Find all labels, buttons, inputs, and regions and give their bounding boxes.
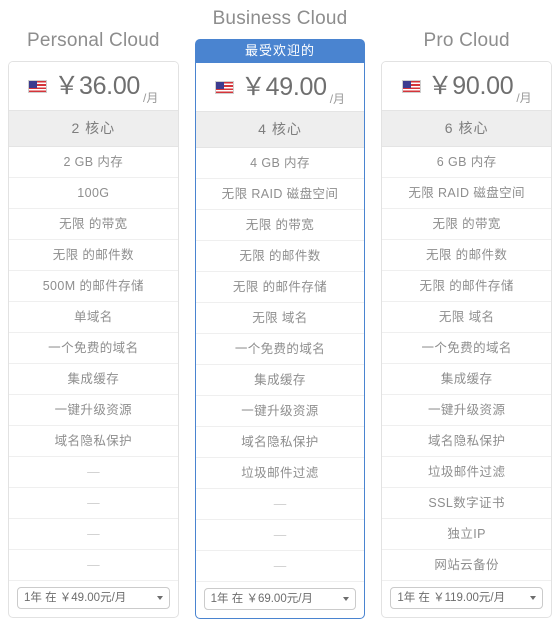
feature-item: 垃圾邮件过滤 bbox=[195, 458, 365, 489]
feature-item: 集成缓存 bbox=[195, 365, 365, 396]
feature-item: 无限 域名 bbox=[195, 303, 365, 334]
feature-item: 无限 的邮件数 bbox=[382, 240, 551, 271]
feature-item-empty: — bbox=[9, 488, 178, 519]
feature-list: 6 GB 内存 无限 RAID 磁盘空间 无限 的带宽 无限 的邮件数 无限 的邮件存储… bbox=[382, 147, 551, 581]
feature-item-empty: — bbox=[9, 457, 178, 488]
feature-item-empty: — bbox=[9, 550, 178, 581]
feature-item: 域名隐私保护 bbox=[382, 426, 551, 457]
feature-item: 无限 的带宽 bbox=[9, 209, 178, 240]
feature-item: 6 GB 内存 bbox=[382, 147, 551, 178]
cpu-cores-row: 6 核心 bbox=[382, 110, 551, 147]
feature-item: 无限 RAID 磁盘空间 bbox=[195, 179, 365, 210]
plan-column-2: Pro Cloud ￥90.00/月 6 核心 6 GB 内存 无限 RAID 磁盘空间… bbox=[373, 0, 560, 618]
chevron-down-icon bbox=[343, 597, 350, 601]
price-row: ￥90.00/月 bbox=[382, 62, 551, 110]
feature-list: 2 GB 内存 100G 无限 的带宽 无限 的邮件数 500M 的邮件存储 单域名 一个免… bbox=[9, 147, 178, 581]
feature-item: 无限 的邮件存储 bbox=[195, 272, 365, 303]
feature-item: 一键升级资源 bbox=[9, 395, 178, 426]
feature-item: 2 GB 内存 bbox=[9, 147, 178, 178]
feature-item: 一键升级资源 bbox=[382, 395, 551, 426]
feature-item: 单域名 bbox=[9, 302, 178, 333]
price-amount: ￥49.00 bbox=[240, 72, 327, 101]
feature-item-empty: — bbox=[195, 489, 365, 520]
chevron-down-icon bbox=[529, 596, 536, 600]
feature-item-empty: — bbox=[195, 551, 365, 582]
billing-term-value: 1年 在 ￥119.00元/月 bbox=[397, 592, 506, 604]
feature-item: 一个免费的域名 bbox=[9, 333, 178, 364]
term-select-row: 1年 在 ￥69.00元/月 bbox=[196, 582, 365, 618]
term-select-row: 1年 在 ￥49.00元/月 bbox=[9, 581, 178, 617]
price-row: ￥36.00/月 bbox=[9, 62, 178, 110]
plan-card: ￥36.00/月 2 核心 2 GB 内存 100G 无限 的带宽 无限 的邮件数 500M… bbox=[8, 61, 179, 618]
feature-item-empty: — bbox=[9, 519, 178, 550]
feature-item: 无限 域名 bbox=[382, 302, 551, 333]
feature-item: 一个免费的域名 bbox=[195, 334, 365, 365]
plan-title: Pro Cloud bbox=[423, 30, 510, 51]
us-flag-icon bbox=[28, 79, 48, 93]
billing-term-value: 1年 在 ￥49.00元/月 bbox=[24, 592, 127, 604]
plan-card: ￥90.00/月 6 核心 6 GB 内存 无限 RAID 磁盘空间 无限 的带宽 无限 … bbox=[381, 61, 552, 618]
feature-item: SSL数字证书 bbox=[382, 488, 551, 519]
plan-title: Business Cloud bbox=[212, 8, 348, 29]
plan-columns: Personal Cloud ￥36.00/月 2 核心 2 GB 内存 100G 无限 … bbox=[0, 0, 560, 619]
feature-item: 无限 RAID 磁盘空间 bbox=[382, 178, 551, 209]
price-period: /月 bbox=[516, 91, 532, 105]
feature-item: 500M 的邮件存储 bbox=[9, 271, 178, 302]
feature-item: 一键升级资源 bbox=[195, 396, 365, 427]
feature-item: 4 GB 内存 bbox=[195, 148, 365, 179]
billing-term-select[interactable]: 1年 在 ￥49.00元/月 bbox=[17, 587, 170, 609]
price-amount: ￥90.00 bbox=[427, 71, 514, 100]
plan-card: ￥49.00/月 4 核心 4 GB 内存 无限 RAID 磁盘空间 无限 的带宽 无限 … bbox=[194, 63, 366, 619]
feature-item: 域名隐私保护 bbox=[195, 427, 365, 458]
price-period: /月 bbox=[143, 91, 159, 105]
feature-item: 无限 的带宽 bbox=[195, 210, 365, 241]
billing-term-select[interactable]: 1年 在 ￥69.00元/月 bbox=[203, 588, 357, 610]
term-select-row: 1年 在 ￥119.00元/月 bbox=[382, 581, 551, 617]
pricing-table: Personal Cloud ￥36.00/月 2 核心 2 GB 内存 100G 无限 … bbox=[0, 0, 560, 619]
feature-item: 集成缓存 bbox=[9, 364, 178, 395]
feature-item: 网站云备份 bbox=[382, 550, 551, 581]
plan-column-0: Personal Cloud ￥36.00/月 2 核心 2 GB 内存 100G 无限 … bbox=[0, 0, 187, 618]
feature-list: 4 GB 内存 无限 RAID 磁盘空间 无限 的带宽 无限 的邮件数 无限 的邮件存储… bbox=[195, 148, 365, 582]
feature-item: 一个免费的域名 bbox=[382, 333, 551, 364]
feature-item: 域名隐私保护 bbox=[9, 426, 178, 457]
cpu-cores-row: 4 核心 bbox=[195, 111, 365, 148]
feature-item: 无限 的邮件存储 bbox=[382, 271, 551, 302]
price-period: /月 bbox=[329, 92, 346, 106]
us-flag-icon bbox=[401, 79, 421, 93]
feature-item: 无限 的邮件数 bbox=[9, 240, 178, 271]
feature-item: 集成缓存 bbox=[382, 364, 551, 395]
billing-term-select[interactable]: 1年 在 ￥119.00元/月 bbox=[390, 587, 543, 609]
feature-item: 无限 的邮件数 bbox=[195, 241, 365, 272]
most-popular-ribbon: 最受欢迎的 bbox=[194, 39, 366, 63]
feature-item-empty: — bbox=[195, 520, 365, 551]
feature-item: 独立IP bbox=[382, 519, 551, 550]
feature-item: 无限 的带宽 bbox=[382, 209, 551, 240]
us-flag-icon bbox=[214, 80, 234, 94]
chevron-down-icon bbox=[156, 596, 163, 600]
plan-title: Personal Cloud bbox=[26, 30, 160, 51]
billing-term-value: 1年 在 ￥69.00元/月 bbox=[210, 593, 313, 605]
price-row: ￥49.00/月 bbox=[195, 63, 365, 111]
cpu-cores-row: 2 核心 bbox=[9, 110, 178, 147]
feature-item: 100G bbox=[9, 178, 178, 209]
feature-item: 垃圾邮件过滤 bbox=[382, 457, 551, 488]
plan-column-1: Business Cloud 最受欢迎的 ￥49.00/月 4 核心 4 GB 内存 无限… bbox=[187, 0, 374, 619]
price-amount: ￥36.00 bbox=[54, 71, 141, 100]
